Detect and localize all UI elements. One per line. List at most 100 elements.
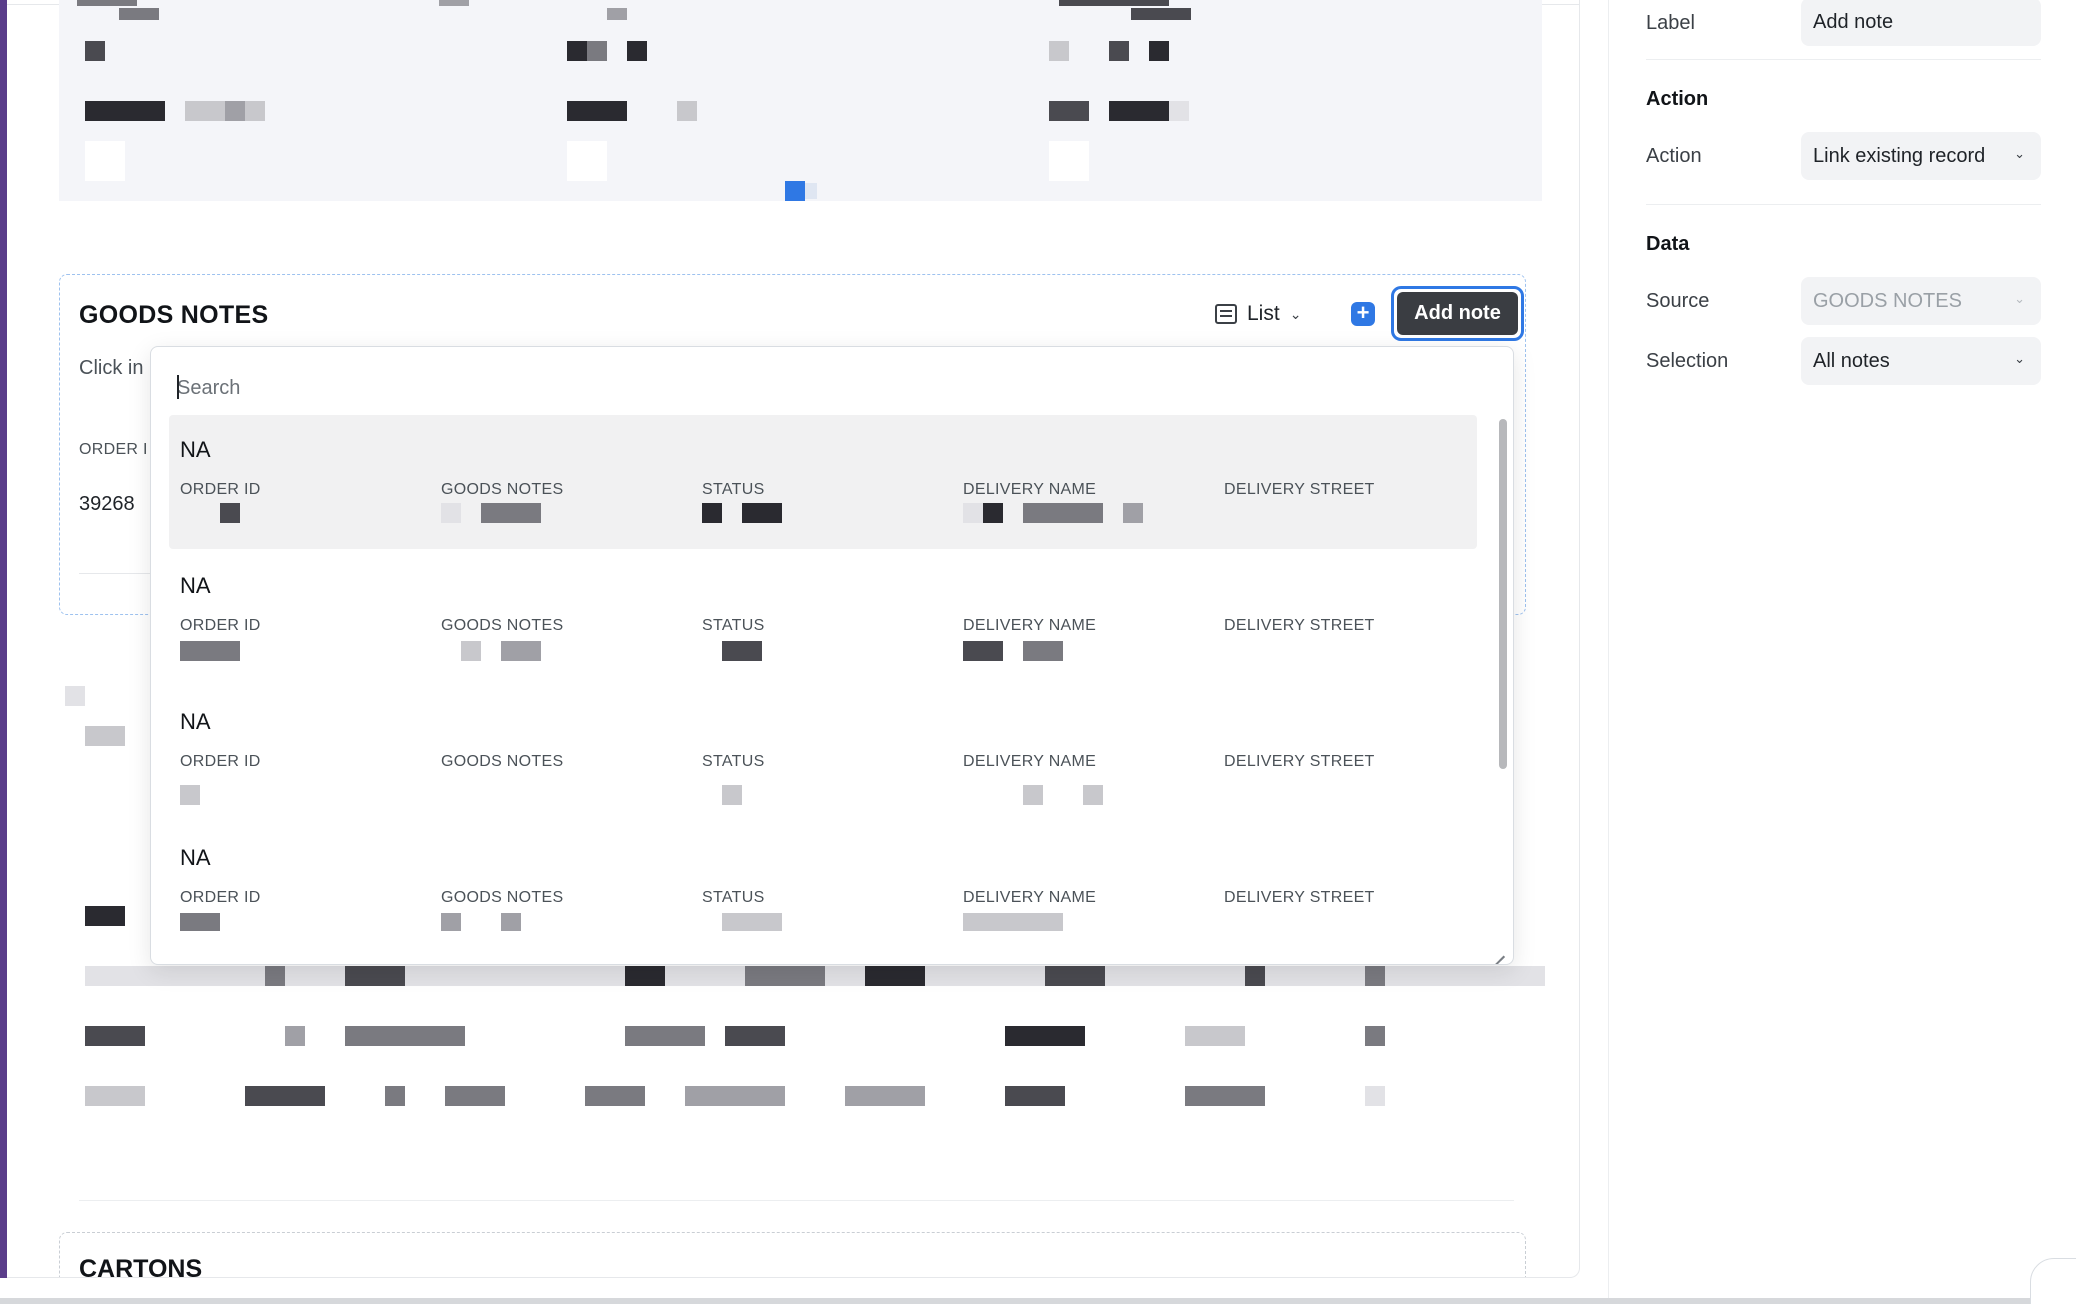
search-input[interactable] bbox=[177, 373, 877, 403]
selection-select[interactable]: All notes ⌄ bbox=[1801, 337, 2041, 385]
cartons-title: CARTONS bbox=[79, 1255, 203, 1278]
field-label-status: STATUS bbox=[702, 889, 765, 906]
selection-select-value: All notes bbox=[1813, 349, 1890, 372]
field-label-status: STATUS bbox=[702, 481, 765, 498]
pixel-block bbox=[607, 8, 627, 20]
selected-dot[interactable] bbox=[785, 181, 805, 201]
pixel-block bbox=[1023, 641, 1063, 661]
pixel-block bbox=[722, 913, 782, 931]
help-bubble[interactable] bbox=[2030, 1258, 2076, 1304]
pixel-block bbox=[1045, 966, 1105, 986]
pixel-block bbox=[627, 41, 647, 61]
section-divider bbox=[1646, 59, 2041, 60]
pixel-block bbox=[85, 1026, 145, 1046]
field-label-goods-notes: GOODS NOTES bbox=[441, 481, 564, 498]
results-list: NA ORDER ID GOODS NOTES STATUS DELIVERY … bbox=[169, 415, 1477, 955]
pixel-block bbox=[963, 913, 1063, 931]
pixel-block bbox=[481, 503, 541, 523]
pixel-block bbox=[1049, 41, 1069, 61]
field-label-status: STATUS bbox=[702, 753, 765, 770]
field-label-goods-notes: GOODS NOTES bbox=[441, 753, 564, 770]
section-divider bbox=[1646, 204, 2041, 205]
pixel-block bbox=[567, 101, 627, 121]
field-label-goods-notes: GOODS NOTES bbox=[441, 617, 564, 634]
pixel-block bbox=[1149, 41, 1169, 61]
pixel-block bbox=[1185, 1086, 1265, 1106]
pixel-block bbox=[441, 503, 461, 523]
field-label-order-id: ORDER ID bbox=[180, 889, 261, 906]
resize-handle-icon[interactable] bbox=[1493, 945, 1507, 959]
label-input[interactable]: Add note bbox=[1801, 0, 2041, 46]
pixel-block bbox=[85, 141, 125, 181]
pixel-block bbox=[722, 785, 742, 805]
section-divider bbox=[79, 1200, 1514, 1201]
pixel-block bbox=[722, 641, 762, 661]
field-label-status: STATUS bbox=[702, 617, 765, 634]
pixel-block bbox=[85, 1086, 145, 1106]
pixel-block bbox=[567, 141, 607, 181]
action-field-label: Action bbox=[1646, 145, 1702, 167]
bottom-edge-strip bbox=[0, 1298, 2076, 1304]
result-title: NA bbox=[180, 437, 211, 462]
result-row[interactable]: NA ORDER ID GOODS NOTES STATUS DELIVERY … bbox=[169, 551, 1477, 685]
add-plus-icon[interactable]: + bbox=[1351, 302, 1375, 326]
cartons-block[interactable]: CARTONS bbox=[59, 1232, 1526, 1278]
inspector-panel: Label Add note Action Action Link existi… bbox=[1608, 0, 2076, 1304]
view-toggle-button[interactable]: List ⌄ bbox=[1215, 299, 1301, 329]
field-label-order-id: ORDER ID bbox=[180, 481, 261, 498]
results-scrollbar[interactable] bbox=[1499, 419, 1507, 769]
pixel-block bbox=[677, 101, 697, 121]
pixel-block bbox=[1365, 1026, 1385, 1046]
pixel-block bbox=[685, 1086, 785, 1106]
pixel-block bbox=[1005, 1026, 1085, 1046]
link-record-popover: NA ORDER ID GOODS NOTES STATUS DELIVERY … bbox=[150, 346, 1514, 965]
pixel-block bbox=[225, 101, 245, 121]
list-view-icon bbox=[1215, 304, 1237, 324]
pixel-block bbox=[1049, 101, 1089, 121]
pixel-block bbox=[461, 641, 481, 661]
pixel-block bbox=[85, 41, 105, 61]
chevron-down-icon: ⌄ bbox=[2014, 291, 2025, 306]
add-note-label: Add note bbox=[1397, 292, 1518, 335]
pixel-block bbox=[445, 1086, 505, 1106]
pixel-block bbox=[702, 503, 722, 523]
action-select-value: Link existing record bbox=[1813, 144, 1986, 167]
pixel-block bbox=[725, 1026, 785, 1046]
pixel-block bbox=[180, 785, 200, 805]
source-field-label: Source bbox=[1646, 290, 1710, 312]
pixel-block bbox=[1131, 8, 1191, 20]
pixel-block bbox=[1005, 1086, 1065, 1106]
pixel-block bbox=[501, 641, 541, 661]
pixel-block bbox=[1169, 101, 1189, 121]
pixel-block bbox=[625, 1026, 705, 1046]
pixel-block bbox=[180, 641, 240, 661]
field-label-delivery-name: DELIVERY NAME bbox=[963, 889, 1097, 906]
pixel-block bbox=[1083, 785, 1103, 805]
result-title: NA bbox=[180, 845, 211, 870]
result-title: NA bbox=[180, 573, 211, 598]
result-row[interactable]: NA ORDER ID GOODS NOTES STATUS DELIVERY … bbox=[169, 823, 1477, 957]
pixel-block bbox=[441, 913, 461, 931]
left-accent-bar bbox=[0, 0, 7, 1278]
pixel-block bbox=[1245, 966, 1265, 986]
result-title: NA bbox=[180, 709, 211, 734]
top-record-section bbox=[59, 0, 1542, 201]
add-note-button[interactable]: Add note bbox=[1391, 286, 1524, 341]
pixel-block bbox=[1365, 1086, 1385, 1106]
result-row[interactable]: NA ORDER ID GOODS NOTES STATUS DELIVERY … bbox=[169, 687, 1477, 821]
pixel-block bbox=[585, 1086, 645, 1106]
result-row[interactable]: NA ORDER ID GOODS NOTES STATUS DELIVERY … bbox=[169, 415, 1477, 549]
pixel-block bbox=[65, 686, 85, 706]
pixel-block bbox=[501, 913, 521, 931]
pixel-block bbox=[567, 41, 587, 61]
field-label-delivery-name: DELIVERY NAME bbox=[963, 753, 1097, 770]
action-select[interactable]: Link existing record ⌄ bbox=[1801, 132, 2041, 180]
pixel-block bbox=[865, 966, 925, 986]
pixel-block bbox=[265, 966, 285, 986]
label-input-value: Add note bbox=[1813, 10, 1894, 33]
pixel-block bbox=[1365, 966, 1385, 986]
pixel-block bbox=[439, 0, 469, 6]
pixel-block bbox=[1049, 141, 1089, 181]
chevron-down-icon: ⌄ bbox=[2014, 146, 2025, 161]
page-canvas: GOODS NOTES Click in ORDER I 39268 List … bbox=[7, 0, 1580, 1278]
